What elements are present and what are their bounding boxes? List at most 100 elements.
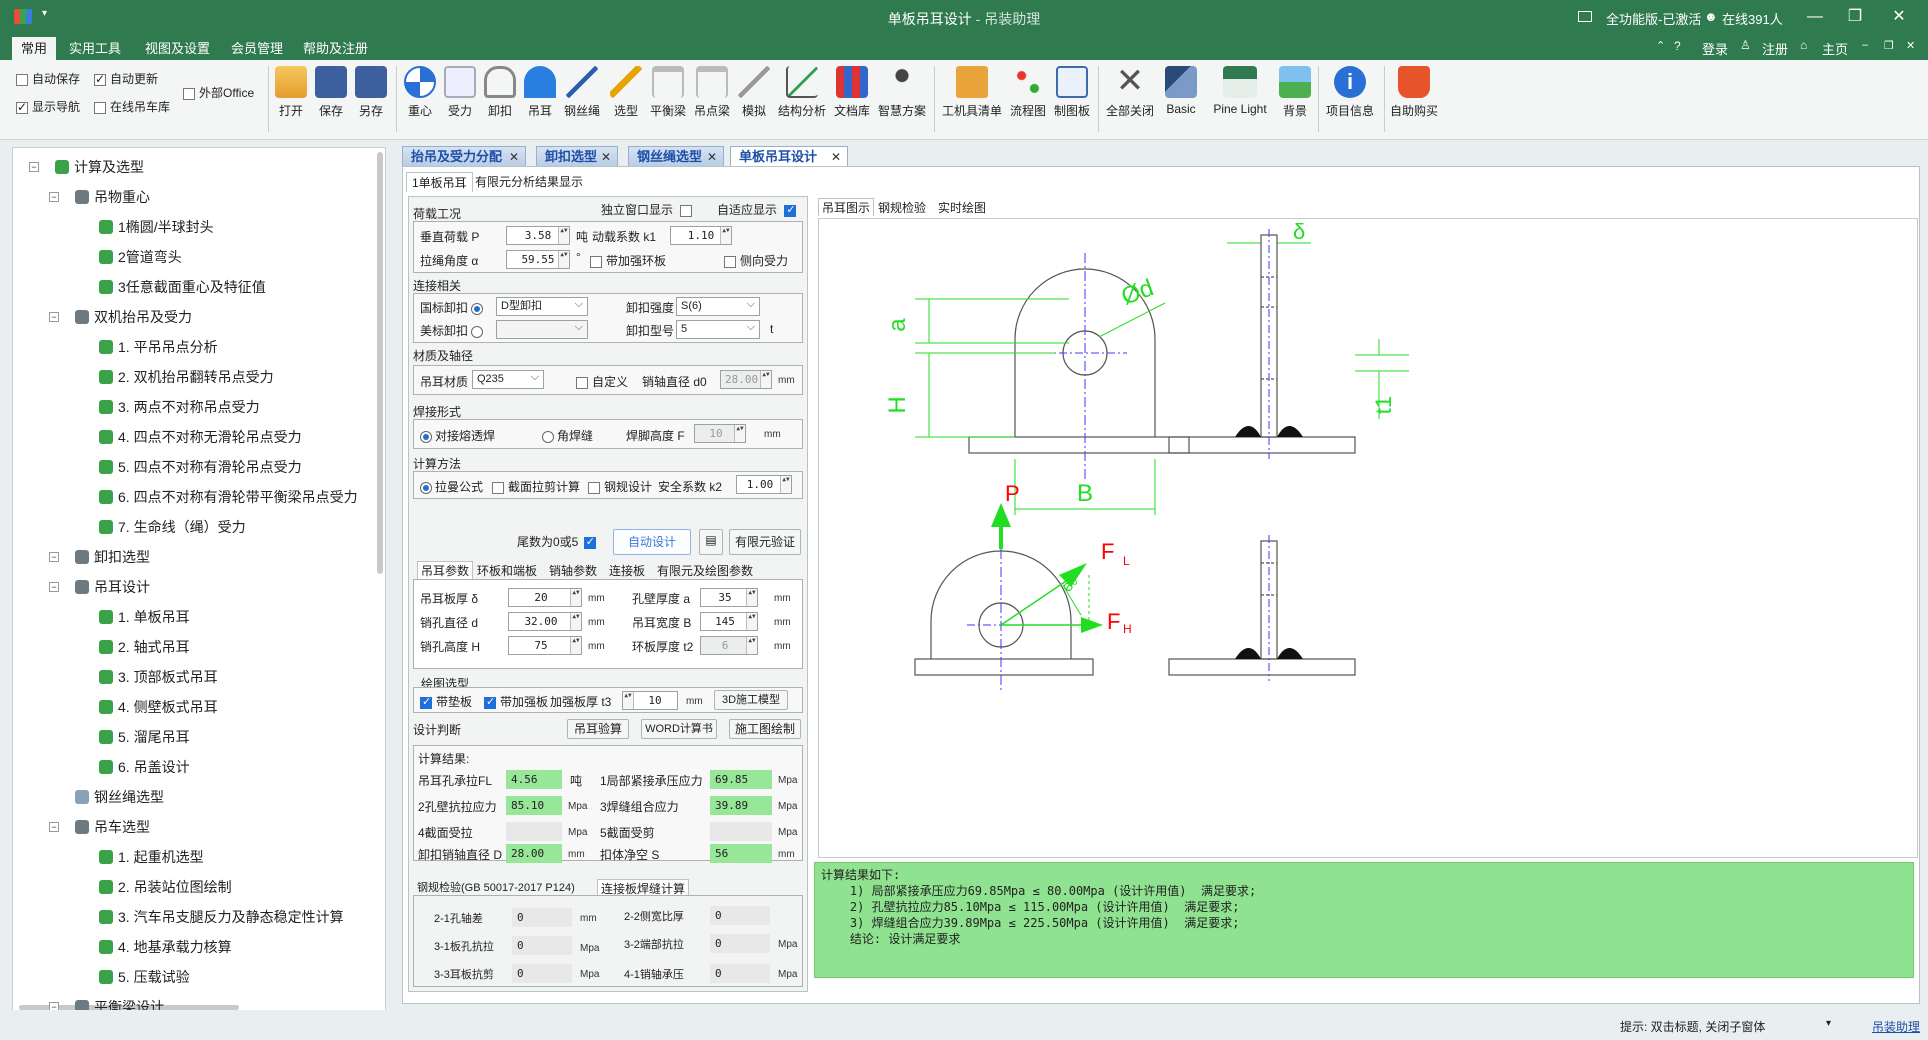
rib-thickness-input[interactable]: ▲▼ 10 (622, 691, 678, 710)
tree-item[interactable]: 吊车选型 (75, 816, 150, 838)
minimize-button[interactable]: — (1798, 4, 1832, 30)
tree-item[interactable]: 2. 轴式吊耳 (99, 636, 190, 658)
pad-plate-box[interactable] (420, 695, 432, 709)
menu-common[interactable]: 常用 (12, 37, 57, 60)
home-icon[interactable]: ⌂ (1800, 38, 1807, 52)
status-dropdown-icon[interactable]: ▾ (1826, 1018, 1831, 1029)
plate-thickness-input[interactable]: 20 ▲▼ (508, 588, 582, 607)
tree-item[interactable]: 双机抬吊及受力 (75, 306, 192, 328)
online-crane-box[interactable] (94, 101, 106, 114)
tab-shackle[interactable]: 卸扣选型 ✕ (536, 146, 618, 166)
menu-help[interactable]: 帮助及注册 (294, 37, 377, 60)
close-all-button[interactable]: ✕ 全部关闭 (1102, 64, 1158, 119)
tree-item[interactable]: 卸扣选型 (75, 546, 150, 568)
rib-thickness-spinner[interactable]: ▲▼ (623, 692, 634, 709)
param-tab-pin[interactable]: 销轴参数 (549, 562, 597, 579)
tree-item[interactable]: 7. 生命线（绳）受力 (99, 516, 246, 538)
butt-weld-radio[interactable]: 对接熔透焊 (420, 427, 495, 444)
section-shear-checkbox[interactable]: 截面拉剪计算 (492, 478, 580, 495)
tree-item[interactable]: 1. 平吊吊点分析 (99, 336, 218, 358)
force-button[interactable]: 受力 (442, 66, 478, 119)
custom-material-checkbox[interactable]: 自定义 (576, 373, 628, 390)
construction-drawing-button[interactable]: 施工图绘制 (729, 719, 801, 739)
rib-plate-box[interactable] (484, 695, 496, 709)
menu-member[interactable]: 会员管理 (222, 37, 292, 60)
tab-close-icon[interactable]: ✕ (707, 147, 717, 167)
show-nav-checkbox[interactable]: 显示导航 (16, 98, 80, 115)
ring-plate-box[interactable] (590, 255, 602, 268)
tree-item[interactable]: 2. 双机抬吊翻转吊点受力 (99, 366, 274, 388)
code-design-checkbox[interactable]: 钢规设计 (588, 478, 652, 495)
lug-width-input[interactable]: 145 ▲▼ (700, 612, 758, 631)
subtab-single-lug[interactable]: 1单板吊耳 (406, 172, 473, 192)
lug-button[interactable]: 吊耳 (522, 66, 558, 119)
code-design-box[interactable] (588, 481, 600, 494)
wall-thickness-input[interactable]: 35 ▲▼ (700, 588, 758, 607)
project-info-button[interactable]: i 项目信息 (1324, 66, 1376, 119)
param-tab-lug[interactable]: 吊耳参数 (417, 561, 474, 579)
theme-basic-button[interactable]: Basic (1160, 66, 1202, 116)
section-shear-box[interactable] (492, 481, 504, 494)
tree-item[interactable]: 4. 地基承载力核算 (99, 936, 232, 958)
drawing-board-button[interactable]: 制图板 (1052, 66, 1092, 119)
selection-button[interactable]: 选型 (608, 66, 644, 119)
plate-thickness-spinner[interactable]: ▲▼ (570, 589, 581, 606)
butt-weld-dot[interactable] (420, 430, 432, 443)
ring-thickness-spinner[interactable]: ▲▼ (746, 637, 757, 654)
lug-drawing-canvas[interactable]: a H B Ød δ t1 P F L F H e。 (818, 218, 1918, 858)
login-link[interactable]: 登录 (1702, 39, 1728, 58)
background-button[interactable]: 背景 (1278, 66, 1312, 119)
rib-plate-checkbox[interactable]: 带加强板 (484, 693, 548, 710)
save-button[interactable]: 保存 (314, 66, 348, 119)
help-icon[interactable]: ? (1674, 39, 1681, 53)
hole-height-spinner[interactable]: ▲▼ (570, 637, 581, 654)
tree-expander-icon[interactable]: − (49, 582, 59, 592)
tree-item[interactable]: 3. 顶部板式吊耳 (99, 666, 218, 688)
dynamic-factor-spinner[interactable]: ▲▼ (720, 227, 731, 244)
tree-item[interactable]: 5. 压载试验 (99, 966, 190, 988)
tree-expander-icon[interactable]: − (29, 162, 39, 172)
us-shackle-type-select[interactable] (496, 319, 588, 339)
gb-shackle-dot[interactable] (471, 302, 484, 315)
auto-update-box[interactable] (94, 72, 106, 86)
lame-formula-radio[interactable]: 拉曼公式 (420, 478, 483, 495)
dynamic-factor-input[interactable]: 1.10 ▲▼ (670, 226, 732, 245)
weld-foot-input[interactable]: 10 ▲▼ (694, 424, 746, 443)
hole-diameter-spinner[interactable]: ▲▼ (570, 613, 581, 630)
tab-close-icon[interactable]: ✕ (509, 147, 519, 167)
lug-width-spinner[interactable]: ▲▼ (746, 613, 757, 630)
independent-window-checkbox[interactable]: 独立窗口显示 (601, 201, 696, 218)
code-check-tab[interactable]: 钢规检验(GB 50017-2017 P124) (417, 879, 575, 895)
tab-single-lug[interactable]: 单板吊耳设计 ✕ (730, 146, 848, 168)
drawtab-realtime[interactable]: 实时绘图 (938, 199, 986, 216)
hole-diameter-input[interactable]: 32.00 ▲▼ (508, 612, 582, 631)
ring-thickness-input[interactable]: 6 ▲▼ (700, 636, 758, 655)
tree-item[interactable]: 4. 四点不对称无滑轮吊点受力 (99, 426, 302, 448)
tree-item[interactable]: 吊耳设计 (75, 576, 150, 598)
shackle-type-select[interactable]: D型卸扣 (496, 296, 588, 316)
lift-beam-button[interactable]: 吊点梁 (692, 66, 732, 119)
external-office-box[interactable] (183, 87, 195, 100)
auto-save-checkbox[interactable]: 自动保存 (16, 70, 80, 87)
shackle-grade-select[interactable]: S(6) (676, 296, 760, 316)
round-box[interactable] (583, 535, 596, 549)
lug-material-select[interactable]: Q235 (472, 369, 544, 389)
tree-item[interactable]: 1椭圆/半球封头 (99, 216, 214, 238)
custom-material-box[interactable] (576, 376, 588, 389)
safety-factor-spinner[interactable]: ▲▼ (780, 476, 791, 493)
tree-item[interactable]: 1. 单板吊耳 (99, 606, 190, 628)
maximize-button[interactable]: ❐ (1838, 4, 1872, 30)
home-link[interactable]: 主页 (1822, 39, 1848, 58)
show-nav-box[interactable] (16, 100, 28, 114)
tree-item[interactable]: 2管道弯头 (99, 246, 182, 268)
vertical-load-spinner[interactable]: ▲▼ (558, 227, 569, 244)
close-button[interactable]: ✕ (1882, 4, 1916, 30)
vertical-load-input[interactable]: 3.58 ▲▼ (506, 226, 570, 245)
structure-analysis-button[interactable]: 结构分析 (776, 66, 828, 119)
auto-save-box[interactable] (16, 73, 28, 86)
tab-lift-force[interactable]: 抬吊及受力分配 ✕ (402, 146, 526, 166)
weld-foot-spinner[interactable]: ▲▼ (734, 425, 745, 442)
clipboard-button[interactable]: ▤ (699, 529, 723, 555)
open-button[interactable]: 打开 (274, 66, 308, 119)
tab-close-icon[interactable]: ✕ (601, 147, 611, 167)
